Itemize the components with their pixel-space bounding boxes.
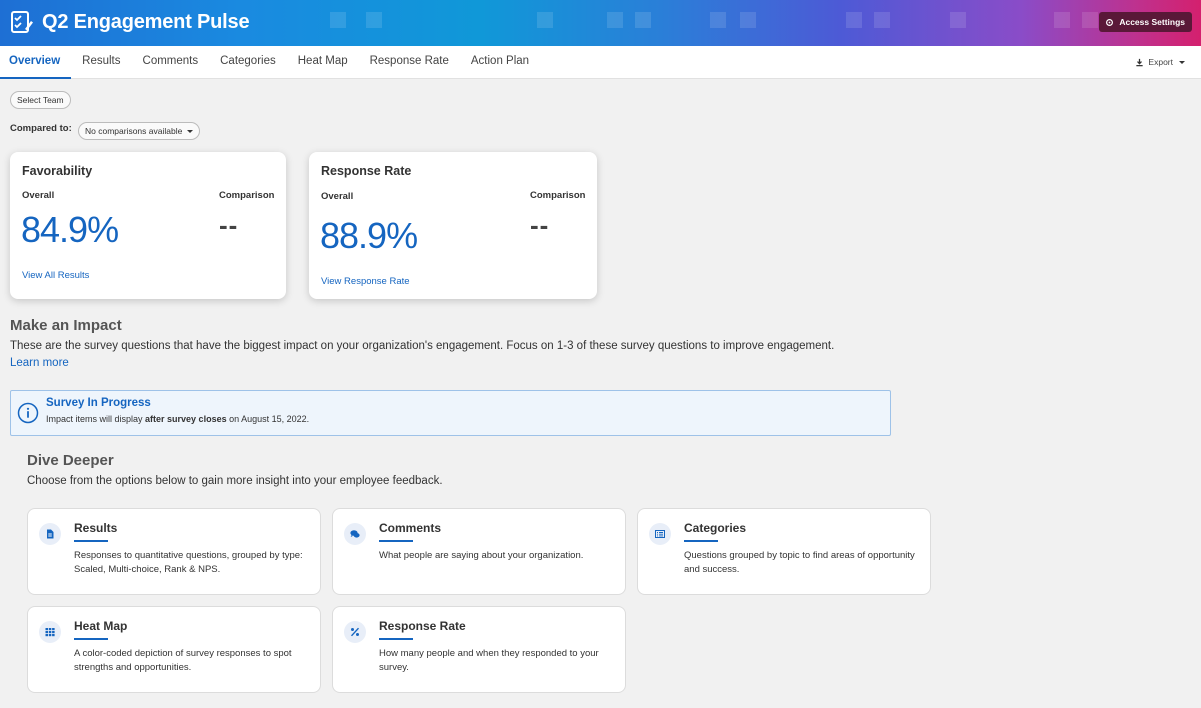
tile-description: Responses to quantitative questions, gro… [74,550,303,575]
percent-icon [344,621,366,643]
banner-decoration [1054,12,1070,28]
response-rate-comparison-label: Comparison [530,190,586,201]
banner-decoration [874,12,890,28]
access-settings-button[interactable]: Access Settings [1099,12,1192,32]
comments-tile[interactable]: Comments What people are saying about yo… [332,508,626,595]
banner-decoration [710,12,726,28]
tile-underline [74,540,108,542]
chat-bubbles-icon [344,523,366,545]
tab-categories[interactable]: Categories [209,46,287,79]
info-icon [17,402,39,424]
tile-description: How many people and when they responded … [379,648,599,673]
grid-icon [39,621,61,643]
tab-response-rate[interactable]: Response Rate [359,46,460,79]
dive-deeper-description: Choose from the options below to gain mo… [27,475,443,487]
compared-to-label: Compared to: [10,123,72,134]
tile-description: A color-coded depiction of survey respon… [74,648,292,673]
tile-title: Comments [379,521,442,535]
favorability-overall-label: Overall [22,190,55,201]
tile-title: Categories [684,521,747,535]
response-rate-title: Response Rate [321,164,412,178]
comparison-dropdown[interactable]: No comparisons available [78,122,200,140]
results-tile[interactable]: Results Responses to quantitative questi… [27,508,321,595]
access-settings-label: Access Settings [1119,17,1185,27]
brand[interactable]: Q2 Engagement Pulse [10,9,250,35]
list-icon [649,523,671,545]
tile-title: Response Rate [379,619,466,633]
tile-underline [684,540,718,542]
view-response-rate-link[interactable]: View Response Rate [321,276,410,287]
response-rate-overall-label: Overall [321,191,354,202]
favorability-comparison-value: -- [219,210,239,240]
favorability-card: Favorability Overall Comparison 84.9% --… [10,152,286,299]
banner-decoration [846,12,862,28]
notice-text-bold: after survey closes [145,414,227,424]
notice-text-after: on August 15, 2022. [226,414,310,424]
chevron-down-icon [186,130,193,134]
response-rate-tile[interactable]: Response Rate How many people and when t… [332,606,626,693]
favorability-title: Favorability [22,164,93,178]
select-team-button[interactable]: Select Team [10,91,71,109]
tile-description: Questions grouped by topic to find areas… [684,550,915,575]
tile-title: Results [74,521,118,535]
banner-decoration [537,12,553,28]
survey-progress-notice: Survey In Progress Impact items will dis… [10,390,891,436]
chevron-down-icon [1179,60,1185,64]
tab-results[interactable]: Results [71,46,131,79]
banner-decoration [635,12,651,28]
banner-decoration [607,12,623,28]
nav-tabs: Overview Results Comments Categories Heat Ma… [0,46,1201,79]
nav-bar: Overview Results Comments Categories Heat Ma… [0,46,1201,79]
survey-check-icon [11,11,33,33]
tile-description: What people are saying about your organi… [379,550,584,561]
header-banner: Q2 Engagement Pulse Access Settings [0,0,1201,46]
learn-more-link[interactable]: Learn more [10,357,69,369]
banner-decoration [366,12,382,28]
gear-icon [1106,18,1114,26]
tile-title: Heat Map [74,619,128,633]
banner-decoration [330,12,346,28]
banner-decoration [740,12,756,28]
comparison-value: No comparisons available [85,126,183,136]
response-rate-comparison-value: -- [530,210,550,240]
tab-action-plan[interactable]: Action Plan [460,46,540,79]
response-rate-card: Response Rate Overall Comparison 88.9% -… [309,152,597,299]
notice-text-before: Impact items will display [46,414,146,424]
heat-map-tile[interactable]: Heat Map A color-coded depiction of surv… [27,606,321,693]
tab-comments[interactable]: Comments [132,46,210,79]
export-button[interactable]: Export [1135,57,1185,67]
tile-underline [379,638,413,640]
impact-description: These are the survey questions that have… [10,340,835,352]
notice-title: Survey In Progress [46,397,151,409]
download-icon [1136,58,1144,66]
tile-underline [379,540,413,542]
categories-tile[interactable]: Categories Questions grouped by topic to… [637,508,931,595]
notice-text: Impact items will display after survey c… [46,414,309,424]
favorability-comparison-label: Comparison [219,190,275,201]
document-icon [39,523,61,545]
dive-deeper-heading: Dive Deeper [27,452,114,469]
tile-underline [74,638,108,640]
export-label: Export [1148,57,1173,67]
impact-heading: Make an Impact [10,317,122,334]
view-all-results-link[interactable]: View All Results [22,270,89,281]
tab-overview[interactable]: Overview [0,46,72,79]
survey-title: Q2 Engagement Pulse [42,10,250,33]
response-rate-value: 88.9% [320,215,418,256]
tab-heat-map[interactable]: Heat Map [287,46,359,79]
banner-decoration [1082,12,1098,28]
favorability-value: 84.9% [21,209,119,250]
banner-decoration [950,12,966,28]
